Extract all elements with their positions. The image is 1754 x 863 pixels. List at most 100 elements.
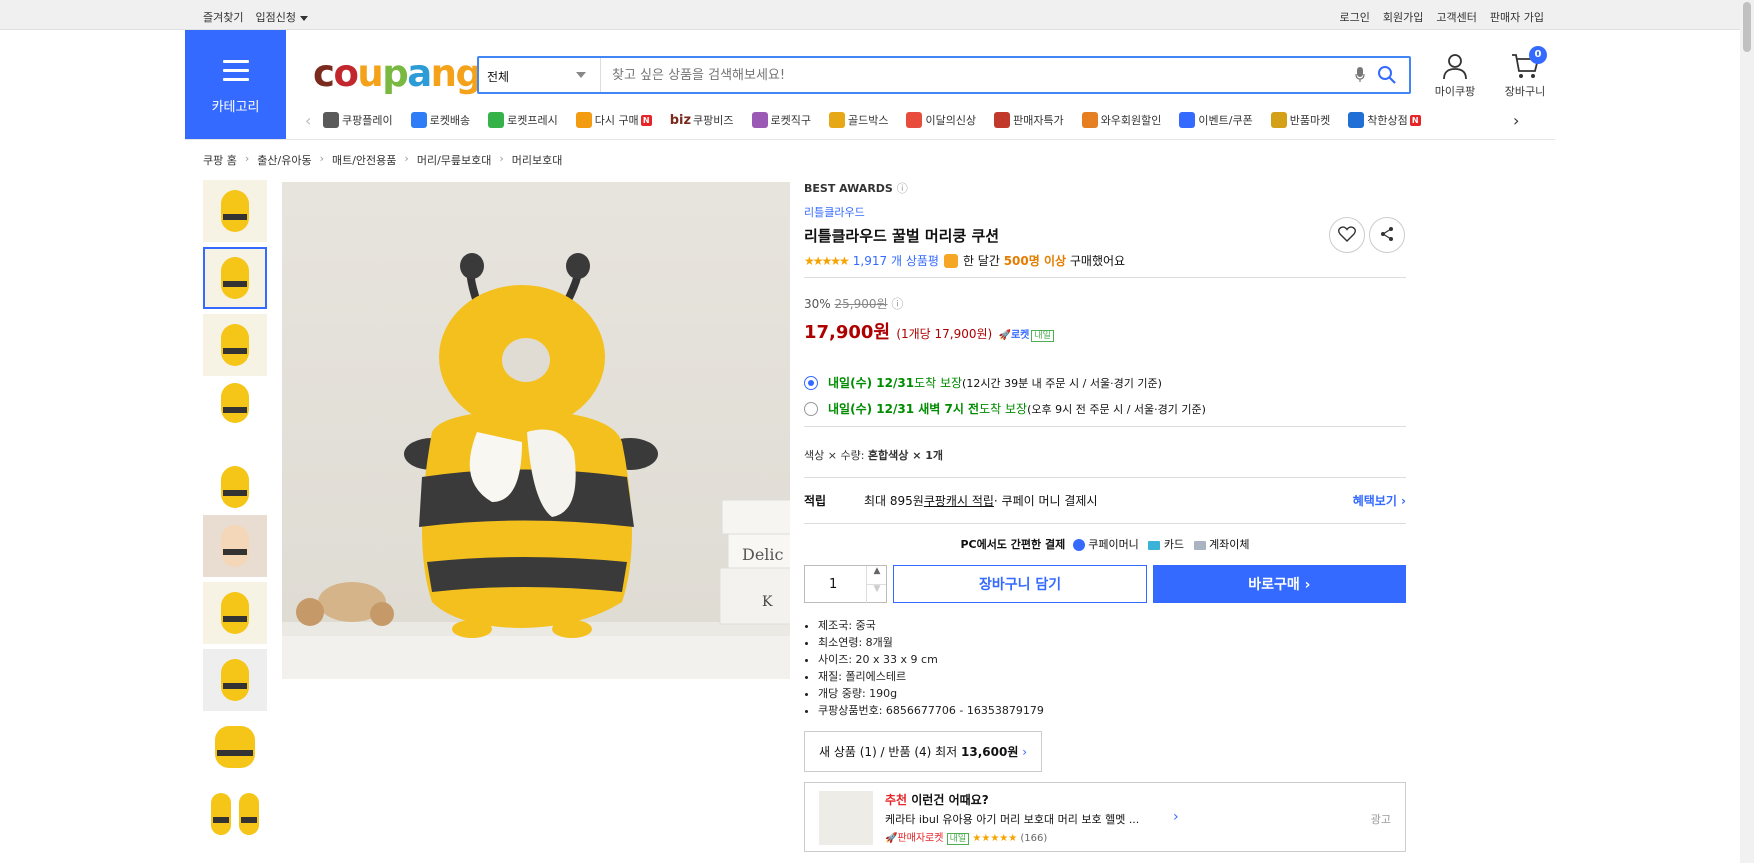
- breadcrumb-item[interactable]: 쿠팡 홈: [203, 152, 237, 168]
- thumbnail[interactable]: [203, 649, 267, 711]
- divider: [804, 426, 1406, 427]
- thumbnail[interactable]: [203, 448, 267, 510]
- spec-item: 재질: 폴리에스테르: [818, 668, 1406, 685]
- breadcrumb-item[interactable]: 출산/유아동: [257, 152, 311, 168]
- nav-item-label: 골드박스: [847, 114, 889, 127]
- coupang-logo[interactable]: coupang: [313, 52, 482, 95]
- mycoupang-button[interactable]: 마이쿠팡: [1425, 52, 1485, 99]
- page-scrollbar[interactable]: [1740, 0, 1754, 863]
- chevron-right-icon[interactable]: ›: [1173, 809, 1179, 825]
- nav-item[interactable]: 이달의신상: [906, 112, 976, 128]
- rating-row: ★★★★★ 1,917 개 상품평 한 달간 500명 이상 구매했어요: [804, 252, 1406, 269]
- review-count-link[interactable]: 1,917 개 상품평: [853, 252, 939, 269]
- seller-signup-link[interactable]: 판매자 가입: [1490, 9, 1544, 25]
- nav-item[interactable]: 쿠팡플레이: [323, 112, 393, 128]
- coupang-cash-link[interactable]: 쿠팡캐시 적립: [924, 492, 994, 509]
- heart-icon: [1338, 225, 1356, 242]
- thumbnail[interactable]: [203, 582, 267, 644]
- nav-item-label: 로켓프레시: [507, 114, 558, 127]
- price-area: 30% 25,900원 ⓘ 17,900원 (1개당 17,900원) 🚀로켓 내…: [804, 295, 1406, 344]
- spec-item: 최소연령: 8개월: [818, 634, 1406, 651]
- pc-payment-row: PC에서도 간편한 결제 쿠페이머니 카드 계좌이체: [960, 538, 1250, 551]
- thumbnail[interactable]: [203, 180, 267, 242]
- new-used-offers-button[interactable]: 새 상품 (1) / 반품 (4) 최저 13,600원 ›: [804, 731, 1043, 772]
- quantity-down-icon[interactable]: ▼: [866, 584, 886, 603]
- nav-item[interactable]: 반품마켓: [1270, 112, 1330, 128]
- dropdown-arrow-icon: [576, 72, 586, 78]
- nav-icon: [1179, 112, 1196, 128]
- breadcrumb-item[interactable]: 머리보호대: [512, 152, 563, 168]
- delivery-option[interactable]: 내일(수) 12/31 도착 보장 (12시간 39분 내 주문 시 / 서울·…: [804, 374, 1406, 391]
- nav-item[interactable]: 다시 구매 N: [575, 112, 652, 128]
- delivery-option[interactable]: 내일(수) 12/31 새벽 7시 전 도착 보장 (오후 9시 전 주문 시 /…: [804, 400, 1406, 417]
- thumbnail[interactable]: [203, 716, 267, 778]
- category-menu-button[interactable]: 카테고리: [185, 30, 286, 140]
- breadcrumb-item[interactable]: 매트/안전용품: [332, 152, 396, 168]
- site-header: 카테고리 coupang 전체 마이쿠팡 0 장바구니 ‹ 쿠팡플레이 로켓배송 로…: [185, 30, 1555, 140]
- nav-item-label: 판매자특가: [1013, 114, 1064, 127]
- thumbnail-selected[interactable]: [203, 247, 267, 309]
- search-bar: 전체: [477, 56, 1411, 94]
- product-title: 리틀클라우드 꿀벌 머리쿵 쿠션: [804, 227, 1000, 245]
- quantity-value[interactable]: 1: [829, 577, 837, 592]
- best-awards-label: BEST AWARDS ⓘ: [804, 182, 908, 195]
- radio-unselected[interactable]: [804, 401, 818, 416]
- nav-item[interactable]: 로켓프레시: [488, 112, 558, 128]
- thumbnail[interactable]: [203, 515, 267, 577]
- purchase-count-text: 한 달간 500명 이상 구매했어요: [962, 254, 1126, 268]
- nav-icon: [575, 112, 592, 128]
- signup-link[interactable]: 회원가입: [1383, 9, 1423, 25]
- cart-button[interactable]: 0 장바구니: [1495, 46, 1555, 99]
- earn-key: 적립: [804, 494, 827, 508]
- recommended-product-title[interactable]: 케라타 ibul 유아용 아기 머리 보호대 머리 보호 헬멧 ...: [885, 811, 1139, 827]
- microphone-icon[interactable]: [1355, 67, 1365, 86]
- seller-apply-link[interactable]: 입점신청: [255, 9, 308, 25]
- login-link[interactable]: 로그인: [1340, 9, 1370, 25]
- favorites-link[interactable]: 즐겨찾기: [203, 9, 243, 25]
- benefits-link[interactable]: 혜택보기 ›: [1353, 492, 1406, 509]
- rating-stars: ★★★★★: [804, 253, 850, 268]
- nav-item[interactable]: 착한상점 N: [1348, 112, 1421, 128]
- quantity-up-icon[interactable]: ▲: [866, 566, 887, 585]
- brand-link[interactable]: 리틀클라우드: [804, 204, 1406, 220]
- thumbnail[interactable]: [203, 314, 267, 376]
- thumbnail[interactable]: [203, 783, 267, 845]
- info-icon[interactable]: ⓘ: [897, 182, 908, 195]
- ad-label: 광고: [1370, 813, 1391, 826]
- sale-price: 17,900원 (1개당 17,900원) 🚀로켓 내일: [804, 318, 1406, 344]
- customer-center-link[interactable]: 고객센터: [1436, 9, 1476, 25]
- nav-prev-icon[interactable]: ‹: [305, 111, 323, 130]
- search-category-select[interactable]: 전체: [479, 58, 601, 92]
- search-icon[interactable]: [1377, 65, 1397, 88]
- nav-item[interactable]: 골드박스: [828, 112, 889, 128]
- breadcrumb-item[interactable]: 머리/무릎보호대: [417, 152, 492, 168]
- nav-item[interactable]: 로켓직구: [751, 112, 811, 128]
- selected-option: 색상 × 수량: 혼합색상 × 1개: [804, 449, 944, 462]
- search-input[interactable]: [602, 58, 1342, 92]
- quantity-stepper[interactable]: 1 ▲ ▼: [804, 565, 888, 603]
- spec-item: 쿠팡상품번호: 6856677706 - 16353879179: [818, 702, 1406, 719]
- recommendation-card[interactable]: 추천 이런건 어때요? 케라타 ibul 유아용 아기 머리 보호대 머리 보호…: [804, 782, 1406, 852]
- nav-item[interactable]: 와우회원할인: [1081, 112, 1161, 128]
- thumbnail[interactable]: [203, 381, 267, 443]
- cart-label: 장바구니: [1504, 85, 1546, 98]
- nav-item[interactable]: 로켓배송: [410, 112, 471, 128]
- add-to-cart-button[interactable]: 장바구니 담기: [893, 565, 1147, 603]
- radio-selected[interactable]: [804, 375, 818, 390]
- nav-item[interactable]: 이벤트/쿠폰: [1179, 112, 1253, 128]
- wishlist-button[interactable]: [1329, 217, 1365, 253]
- cart-count-badge: 0: [1529, 46, 1547, 64]
- recommended-product-meta: 🚀판매자로켓 내일 ★★★★★ (166): [885, 833, 1048, 845]
- nav-next-icon[interactable]: ›: [1513, 111, 1531, 130]
- nav-icon: [906, 112, 923, 128]
- nav-item[interactable]: biz 쿠팡비즈: [670, 112, 734, 128]
- main-product-image[interactable]: Delic K: [282, 182, 790, 679]
- new-badge: N: [640, 114, 652, 126]
- nav-item-label: 착한상점: [1367, 114, 1408, 127]
- recommended-product-image[interactable]: [819, 791, 873, 845]
- nav-item-label: 로켓배송: [429, 114, 471, 127]
- share-button[interactable]: [1369, 217, 1405, 253]
- buy-now-button[interactable]: 바로구매 ›: [1152, 565, 1406, 603]
- nav-item[interactable]: 판매자특가: [994, 112, 1064, 128]
- scrollbar-thumb[interactable]: [1743, 2, 1751, 52]
